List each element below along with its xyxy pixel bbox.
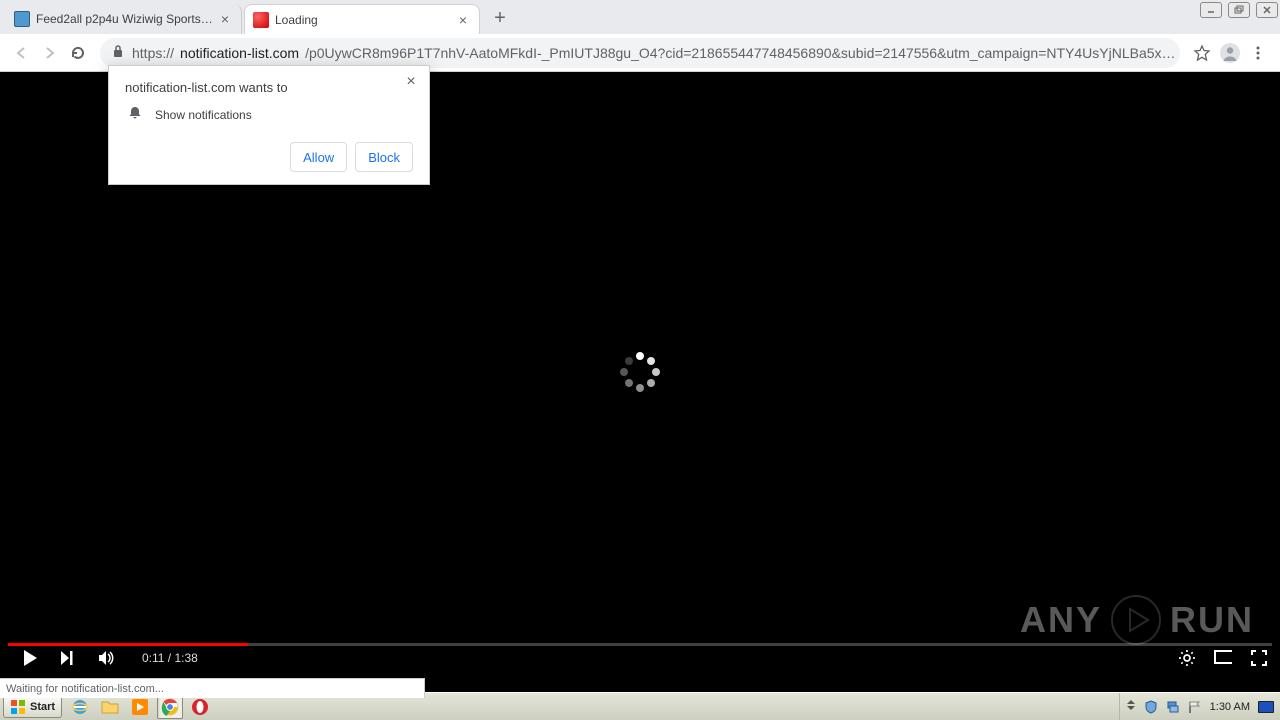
opera-icon — [191, 698, 209, 716]
tab-sports[interactable]: Feed2all p2p4u Wiziwig Sports Live F × — [6, 4, 242, 34]
arrow-left-icon — [13, 44, 31, 62]
taskbar-app-ie[interactable] — [67, 695, 93, 719]
maximize-button[interactable] — [1228, 2, 1250, 18]
lock-icon — [112, 44, 126, 61]
window-controls — [1200, 2, 1278, 18]
tab-close-icon[interactable]: × — [217, 11, 233, 27]
gear-icon — [1178, 649, 1196, 667]
address-bar[interactable]: https:// notification-list.com/p0UywCR8m9… — [100, 38, 1180, 68]
volume-icon — [96, 648, 114, 668]
tray-expand-icon[interactable] — [1126, 699, 1136, 714]
tab-title: Loading — [275, 13, 451, 27]
video-controls: 0:11 / 1:38 — [0, 644, 1280, 672]
tray-flag-icon[interactable] — [1188, 700, 1202, 714]
taskbar-app-media[interactable] — [127, 695, 153, 719]
prompt-close-button[interactable]: × — [401, 72, 421, 92]
favicon-monitor-icon — [14, 11, 30, 27]
video-time-sep: / — [164, 651, 174, 665]
prompt-permission-text: Show notifications — [155, 108, 252, 122]
page-status-bar: Waiting for notification-list.com... — [0, 678, 425, 698]
menu-button[interactable] — [1244, 39, 1272, 67]
block-button[interactable]: Block — [355, 142, 413, 172]
taskbar-app-opera[interactable] — [187, 695, 213, 719]
play-triangle-icon — [1110, 594, 1162, 646]
tab-loading[interactable]: Loading × — [244, 4, 480, 34]
loading-spinner-icon — [617, 349, 663, 395]
start-label: Start — [30, 701, 55, 713]
star-icon — [1193, 44, 1211, 62]
status-text: Waiting for notification-list.com... — [6, 683, 164, 695]
reload-button[interactable] — [64, 39, 92, 67]
reload-icon — [69, 44, 87, 62]
taskbar-clock[interactable]: 1:30 AM — [1210, 701, 1250, 713]
system-tray: 1:30 AM — [1119, 693, 1280, 720]
watermark: ANY RUN — [1020, 594, 1254, 646]
video-time-current: 0:11 — [142, 651, 164, 665]
profile-button[interactable] — [1216, 39, 1244, 67]
url-path: /p0UywCR8m96P1T7nhV-AatoMFkdI-_PmIUTJ88g… — [305, 45, 1175, 61]
allow-button[interactable]: Allow — [290, 142, 347, 172]
chrome-icon — [161, 698, 179, 716]
start-button[interactable]: Start — [3, 696, 62, 718]
video-time: 0:11 / 1:38 — [142, 651, 198, 665]
prompt-title: notification-list.com wants to — [125, 80, 413, 95]
bookmark-button[interactable] — [1188, 39, 1216, 67]
fullscreen-button[interactable] — [1250, 649, 1268, 667]
favicon-loading-icon — [253, 12, 269, 28]
kebab-icon — [1250, 45, 1266, 61]
close-window-button[interactable] — [1256, 2, 1278, 18]
url-protocol: https:// — [132, 45, 174, 61]
arrow-right-icon — [41, 44, 59, 62]
url-host: notification-list.com — [180, 45, 299, 61]
forward-button[interactable] — [36, 39, 64, 67]
next-icon — [58, 649, 76, 667]
theater-button[interactable] — [1214, 649, 1232, 667]
volume-button[interactable] — [96, 649, 114, 667]
minimize-button[interactable] — [1200, 2, 1222, 18]
tray-network-icon[interactable] — [1166, 700, 1180, 714]
new-tab-button[interactable]: + — [486, 4, 514, 32]
minimize-icon — [1206, 5, 1216, 15]
tray-shield-icon[interactable] — [1144, 700, 1158, 714]
avatar-icon — [1219, 42, 1241, 64]
notification-permission-prompt: × notification-list.com wants to Show no… — [108, 65, 430, 185]
ie-icon — [71, 698, 89, 716]
theater-icon — [1214, 650, 1232, 666]
taskbar-app-chrome[interactable] — [157, 695, 183, 719]
back-button[interactable] — [8, 39, 36, 67]
tab-strip: Feed2all p2p4u Wiziwig Sports Live F × L… — [0, 0, 1280, 34]
media-player-icon — [131, 698, 149, 716]
bell-icon — [127, 105, 143, 124]
next-button[interactable] — [58, 649, 76, 667]
play-button[interactable] — [20, 649, 38, 667]
folder-icon — [101, 699, 119, 715]
tab-close-icon[interactable]: × — [455, 12, 471, 28]
close-icon — [1262, 5, 1272, 15]
watermark-run: RUN — [1170, 599, 1254, 641]
maximize-icon — [1234, 5, 1244, 15]
tab-title: Feed2all p2p4u Wiziwig Sports Live F — [36, 12, 213, 26]
play-icon — [20, 648, 38, 668]
watermark-any: ANY — [1020, 599, 1102, 641]
settings-button[interactable] — [1178, 649, 1196, 667]
windows-logo-icon — [10, 699, 26, 715]
taskbar-app-explorer[interactable] — [97, 695, 123, 719]
fullscreen-icon — [1250, 649, 1268, 667]
tray-monitor-icon[interactable] — [1258, 701, 1274, 713]
video-time-total: 1:38 — [174, 651, 197, 665]
